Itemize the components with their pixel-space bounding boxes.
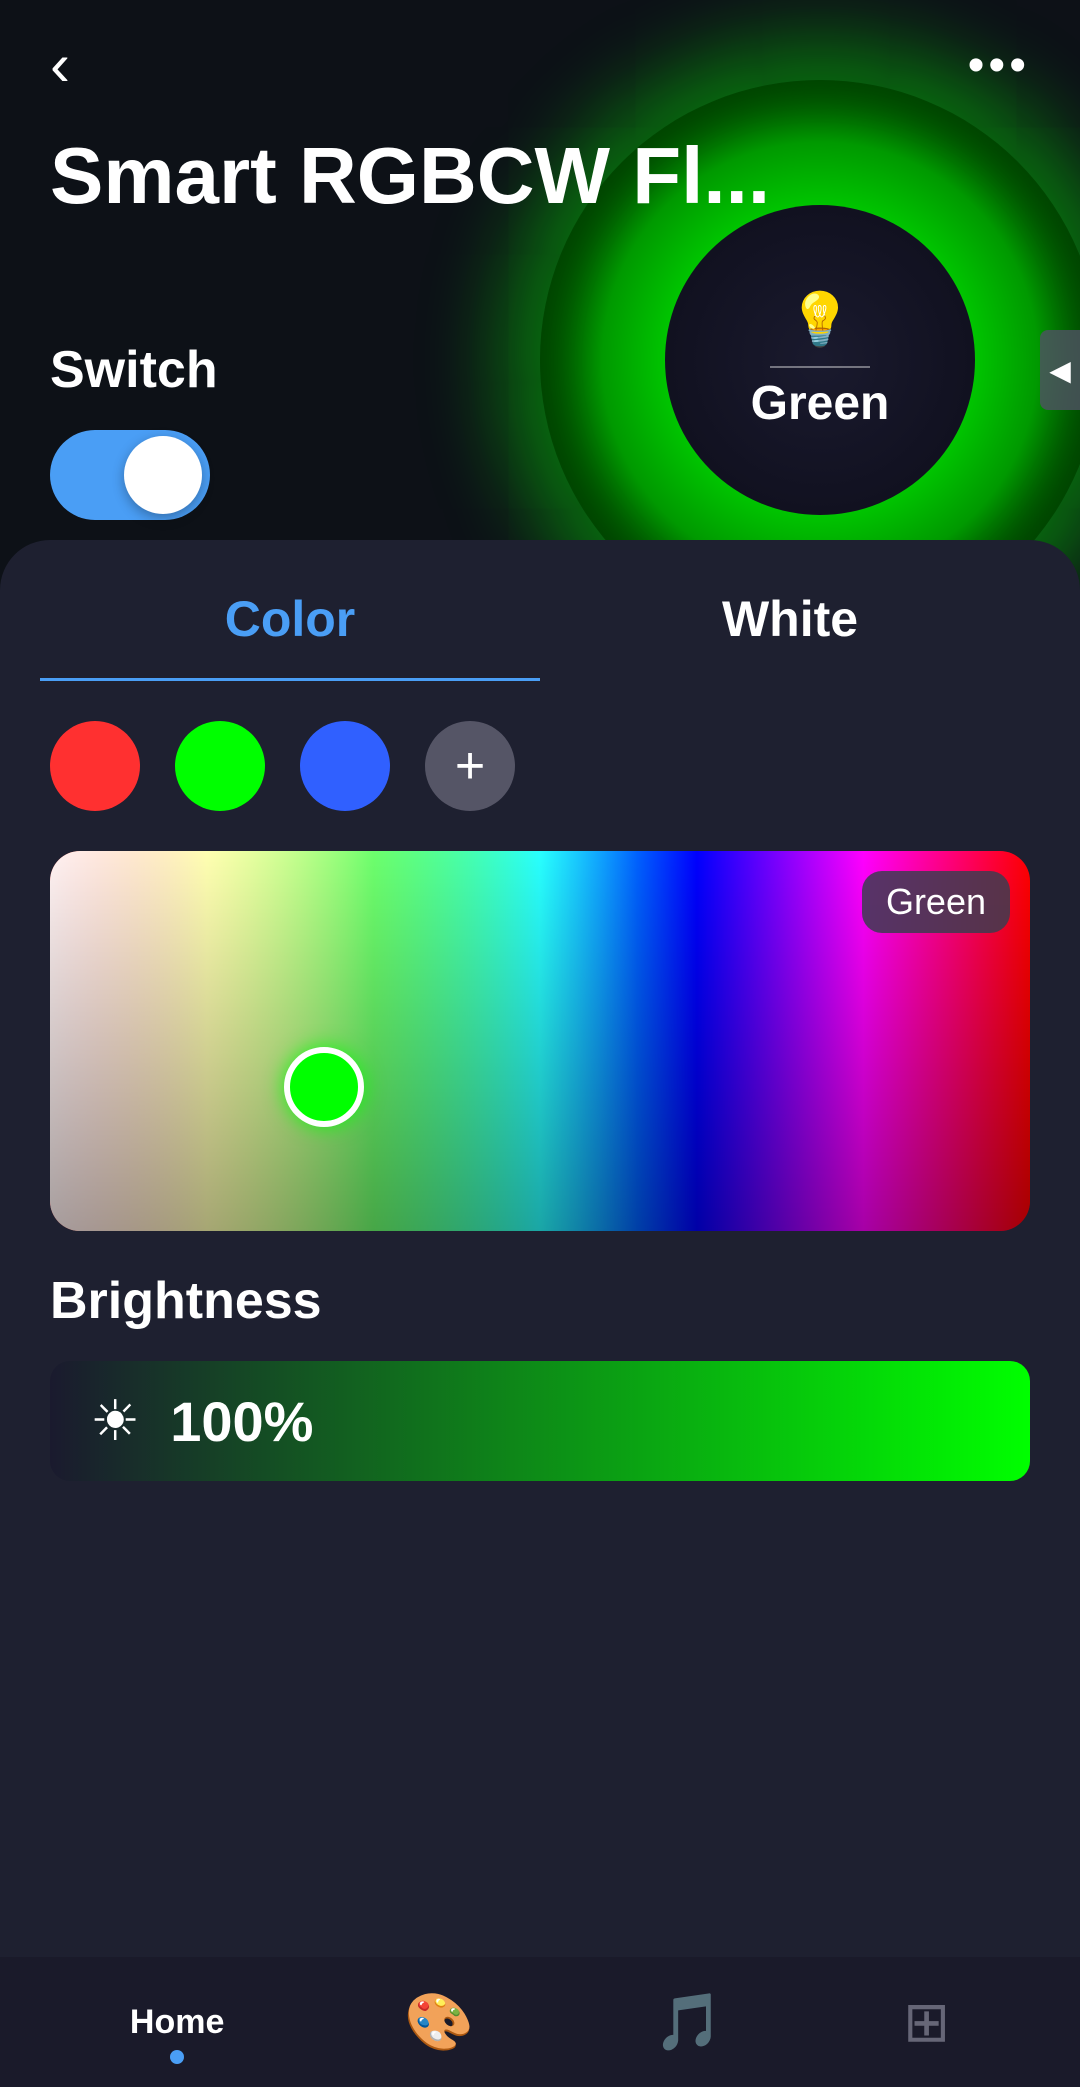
home-label: Home	[130, 2003, 224, 2042]
ring-divider	[770, 366, 870, 368]
tabs-container: Color White	[0, 560, 1080, 681]
color-name-tag: Green	[862, 871, 1010, 933]
music-icon: 🎵	[654, 1989, 724, 2055]
bulb-icon: 💡	[788, 289, 853, 350]
brightness-label: Brightness	[50, 1271, 1030, 1331]
bottom-panel: Color White + Green Brightness ☀ 100%	[0, 540, 1080, 1967]
tab-white[interactable]: White	[540, 560, 1040, 681]
sun-icon: ☀	[90, 1388, 140, 1454]
color-presets: +	[0, 681, 1080, 851]
home-active-dot	[170, 2050, 184, 2064]
right-handle[interactable]: ◀	[1040, 330, 1080, 410]
nav-item-home[interactable]: Home	[130, 2003, 224, 2042]
color-preset-blue[interactable]	[300, 721, 390, 811]
device-title: Smart RGBCW Fl...	[50, 130, 770, 222]
switch-label: Switch	[50, 340, 218, 400]
brightness-slider[interactable]: ☀ 100%	[50, 1361, 1030, 1481]
add-color-preset-button[interactable]: +	[425, 721, 515, 811]
tab-color[interactable]: Color	[40, 560, 540, 681]
bottom-nav: Home 🎨 🎵 ⊞	[0, 1957, 1080, 2087]
nav-item-music[interactable]: 🎵	[654, 1989, 724, 2055]
palette-icon: 🎨	[404, 1989, 474, 2055]
ring-inner[interactable]: 💡 Green	[665, 205, 975, 515]
grid-icon: ⊞	[903, 1989, 950, 2055]
toggle-knob	[124, 436, 202, 514]
color-picker[interactable]: Green	[50, 851, 1030, 1231]
nav-item-grid[interactable]: ⊞	[903, 1989, 950, 2055]
brightness-section: Brightness ☀ 100%	[0, 1231, 1080, 1481]
header: ‹ •••	[0, 0, 1080, 130]
chevron-left-icon: ◀	[1049, 354, 1071, 387]
more-button[interactable]: •••	[968, 38, 1030, 93]
picker-cursor[interactable]	[284, 1047, 364, 1127]
back-button[interactable]: ‹	[50, 35, 70, 95]
title-section: Smart RGBCW Fl...	[50, 130, 770, 222]
nav-item-palette[interactable]: 🎨	[404, 1989, 474, 2055]
color-preset-red[interactable]	[50, 721, 140, 811]
ring-color-label: Green	[751, 376, 890, 431]
brightness-value: 100%	[170, 1389, 313, 1454]
color-preset-green[interactable]	[175, 721, 265, 811]
switch-section: Switch	[50, 340, 218, 520]
switch-toggle[interactable]	[50, 430, 210, 520]
